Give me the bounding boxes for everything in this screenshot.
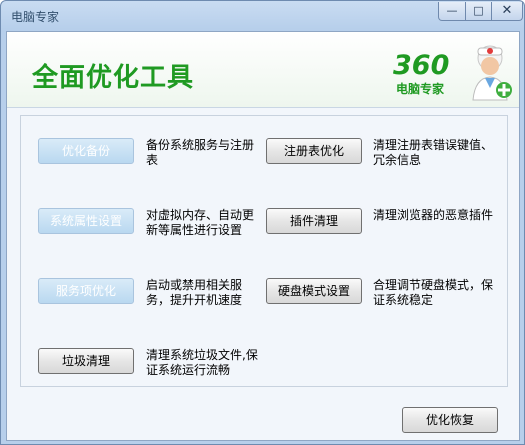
brand-logo-number: 360 [393, 50, 450, 81]
plugin-clean-desc: 清理浏览器的恶意插件 [373, 208, 494, 222]
junk-clean-desc: 清理系统垃圾文件,保证系统运行流畅 [146, 348, 258, 377]
main-window: 电脑专家 — □ ✕ 全面优化工具 360 电脑专家 优化备份 备份系统服务与注 [0, 0, 525, 445]
service-optimize-desc: 启动或禁用相关服务，提升开机速度 [146, 278, 243, 307]
junk-clean-button[interactable]: 垃圾清理 [38, 348, 134, 374]
header-banner: 全面优化工具 360 电脑专家 [7, 32, 519, 108]
service-optimize-button[interactable]: 服务项优化 [38, 278, 134, 304]
optimize-backup-desc: 备份系统服务与注册表 [146, 138, 255, 167]
window-title: 电脑专家 [11, 10, 60, 24]
optimize-restore-button[interactable]: 优化恢复 [402, 407, 498, 433]
plugin-clean-button[interactable]: 插件清理 [266, 208, 362, 234]
title-bar[interactable]: 电脑专家 — □ ✕ [1, 1, 524, 31]
disk-mode-button[interactable]: 硬盘模式设置 [266, 278, 362, 304]
brand-logo-name: 电脑专家 [396, 82, 445, 96]
optimize-backup-button[interactable]: 优化备份 [38, 138, 134, 164]
registry-optimize-desc: 清理注册表错误键值、冗余信息 [373, 138, 494, 167]
options-panel: 优化备份 备份系统服务与注册表 系统属性设置 对虚拟内存、自动更新等属性进行设置… [20, 115, 508, 387]
system-properties-desc: 对虚拟内存、自动更新等属性进行设置 [146, 208, 255, 237]
maximize-button[interactable]: □ [465, 2, 492, 21]
minimize-button[interactable]: — [438, 2, 466, 21]
disk-mode-desc: 合理调节硬盘模式，保证系统稳定 [373, 278, 494, 307]
doctor-mascot-icon [472, 45, 512, 101]
registry-optimize-button[interactable]: 注册表优化 [266, 138, 362, 164]
close-button[interactable]: ✕ [491, 2, 523, 21]
system-properties-button[interactable]: 系统属性设置 [38, 208, 134, 234]
client-area: 全面优化工具 360 电脑专家 优化备份 备份系统服务与注册表 系统属性设置 对… [6, 31, 520, 441]
page-title: 全面优化工具 [32, 63, 195, 93]
